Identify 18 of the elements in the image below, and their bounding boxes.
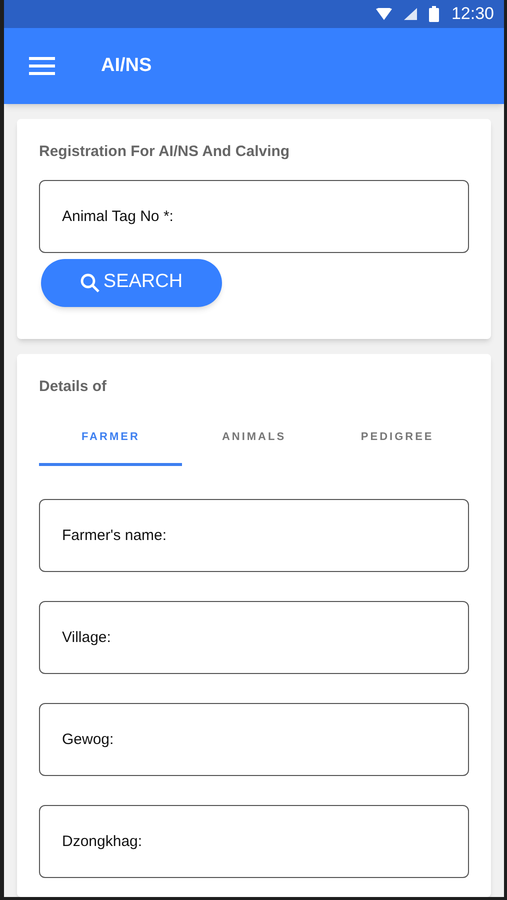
tab[interactable]: PEDIGREE xyxy=(326,412,469,466)
battery-icon xyxy=(429,6,440,22)
app-title: AI/NS xyxy=(101,54,152,78)
clock-time: 12:30 xyxy=(451,3,494,26)
section-title: Registration For AI/NS And Calving xyxy=(39,142,291,162)
input-field[interactable]: Gewog: xyxy=(39,703,469,776)
input-field[interactable]: Farmer's name: xyxy=(39,499,469,572)
tab[interactable]: ANIMALS xyxy=(182,412,326,466)
input-field[interactable]: Dzongkhag: xyxy=(39,805,469,878)
wifi-icon xyxy=(376,8,392,20)
input-field[interactable]: Village: xyxy=(39,601,469,674)
menu-icon[interactable] xyxy=(29,57,55,75)
search-button[interactable]: SEARCH xyxy=(41,258,222,306)
tab[interactable]: FARMER xyxy=(39,412,182,466)
section-title: Details of xyxy=(39,376,108,396)
input-field[interactable]: Animal Tag No *: xyxy=(39,180,469,252)
search-icon xyxy=(80,272,100,292)
signal-icon xyxy=(404,8,418,20)
